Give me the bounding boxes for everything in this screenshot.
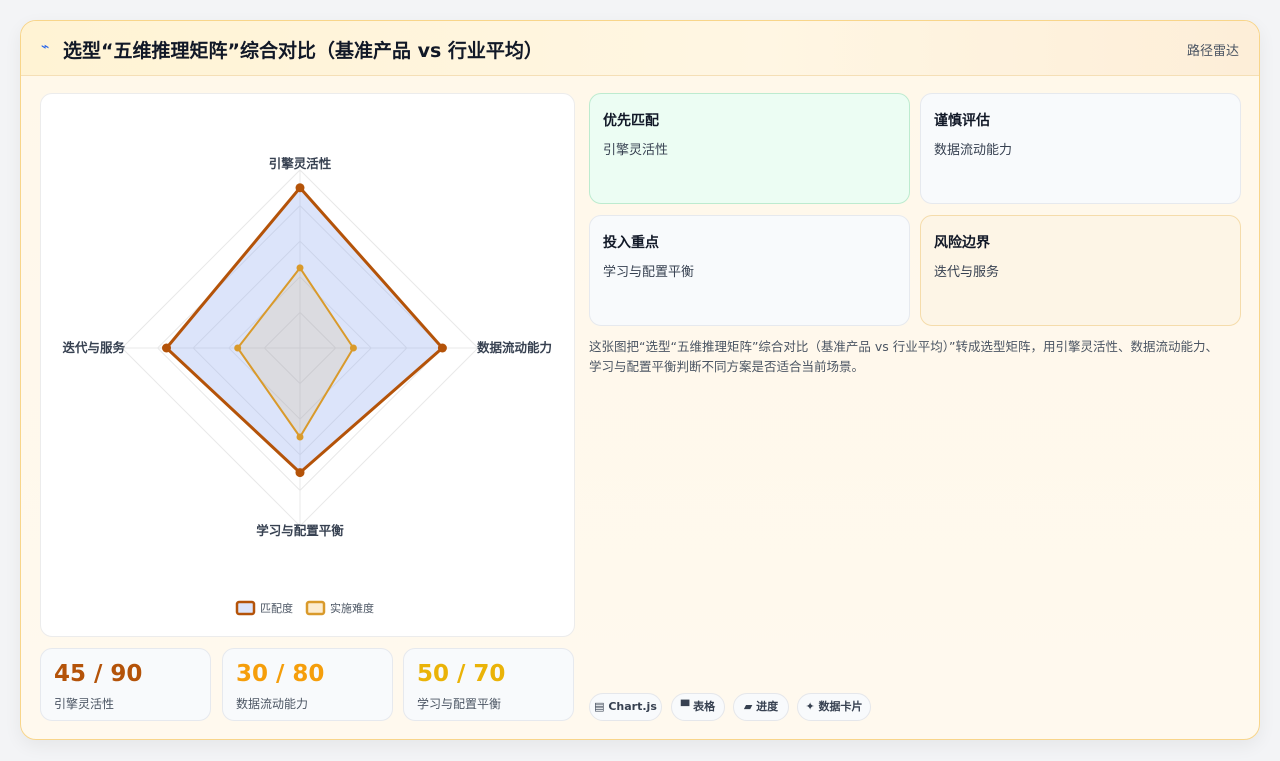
card-title: 风险边界 xyxy=(934,235,990,251)
radar-data-point xyxy=(296,433,304,441)
pulse-icon: ⌁ xyxy=(41,39,50,55)
sparkle-icon: ✦ xyxy=(805,700,815,713)
radar-axis-label: 迭代与服务 xyxy=(62,340,125,355)
legend-swatch xyxy=(235,600,256,616)
card-risk-boundary: 风险边界 迭代与服务 xyxy=(920,215,1241,326)
page-title: 选型“五维推理矩阵”综合对比（基准产品 vs 行业平均） xyxy=(63,40,543,62)
stat-value: 45 / 90 xyxy=(54,661,143,687)
tag-label: 表格 xyxy=(693,700,716,713)
tag-label: 进度 xyxy=(756,700,779,713)
tag-chartjs[interactable]: ▤ Chart.js xyxy=(589,693,662,721)
table-icon: ▀ xyxy=(680,700,690,713)
legend-label: 实施难度 xyxy=(330,601,374,615)
stat-card: 45 / 90 引擎灵活性 xyxy=(40,648,211,721)
card-title: 优先匹配 xyxy=(603,113,659,129)
stat-card: 50 / 70 学习与配置平衡 xyxy=(403,648,574,721)
legend-swatch xyxy=(305,600,326,616)
stat-label: 学习与配置平衡 xyxy=(417,697,502,711)
card-title: 谨慎评估 xyxy=(934,113,990,129)
stat-value: 30 / 80 xyxy=(236,661,325,687)
radar-axis-label: 数据流动能力 xyxy=(476,340,552,355)
panel-header: ⌁ 选型“五维推理矩阵”综合对比（基准产品 vs 行业平均） 路径雷达 xyxy=(21,21,1259,76)
legend-label: 匹配度 xyxy=(260,601,293,615)
tag-table[interactable]: ▀ 表格 xyxy=(671,693,725,721)
radar-data-point xyxy=(295,468,305,478)
radar-data-point xyxy=(296,264,304,272)
radar-chart: 引擎灵活性数据流动能力学习与配置平衡 迭代与服务 匹配度 实施难度 xyxy=(62,156,552,616)
stat-card: 30 / 80 数据流动能力 xyxy=(222,648,393,721)
tag-label: 数据卡片 xyxy=(818,700,863,713)
card-value: 迭代与服务 xyxy=(934,265,1000,280)
card-value: 引擎灵活性 xyxy=(603,143,669,158)
card-value: 数据流动能力 xyxy=(934,143,1013,158)
progress-icon: ▰ xyxy=(743,700,753,713)
radar-chart-card: 引擎灵活性数据流动能力学习与配置平衡 迭代与服务 匹配度 实施难度 xyxy=(40,93,575,637)
radar-data-point xyxy=(349,344,357,352)
radar-link[interactable]: 路径雷达 xyxy=(1187,40,1239,59)
card-value: 学习与配置平衡 xyxy=(603,265,695,280)
chart-description: 这张图把“选型“五维推理矩阵”综合对比（基准产品 vs 行业平均）”转成选型矩阵… xyxy=(589,339,1219,374)
radar-data-point xyxy=(295,183,305,193)
chart-icon: ▤ xyxy=(594,700,605,713)
card-title: 投入重点 xyxy=(603,235,659,251)
stat-label: 数据流动能力 xyxy=(236,697,309,711)
stat-label: 引擎灵活性 xyxy=(54,697,115,711)
radar-axis-label: 引擎灵活性 xyxy=(269,156,332,171)
stat-value: 50 / 70 xyxy=(417,661,506,687)
card-cautious-eval: 谨慎评估 数据流动能力 xyxy=(920,93,1241,204)
radar-axis-label: 学习与配置平衡 xyxy=(256,523,344,538)
tag-data-card[interactable]: ✦ 数据卡片 xyxy=(797,693,871,721)
tag-label: Chart.js xyxy=(608,700,657,713)
card-priority-match: 优先匹配 引擎灵活性 xyxy=(589,93,910,204)
radar-data-point xyxy=(234,344,242,352)
tag-progress[interactable]: ▰ 进度 xyxy=(733,693,789,721)
main-panel: ⌁ 选型“五维推理矩阵”综合对比（基准产品 vs 行业平均） 路径雷达 引擎灵活… xyxy=(20,20,1260,740)
radar-data-point xyxy=(437,343,447,353)
radar-data-point xyxy=(162,343,171,353)
card-investment-focus: 投入重点 学习与配置平衡 xyxy=(589,215,910,326)
